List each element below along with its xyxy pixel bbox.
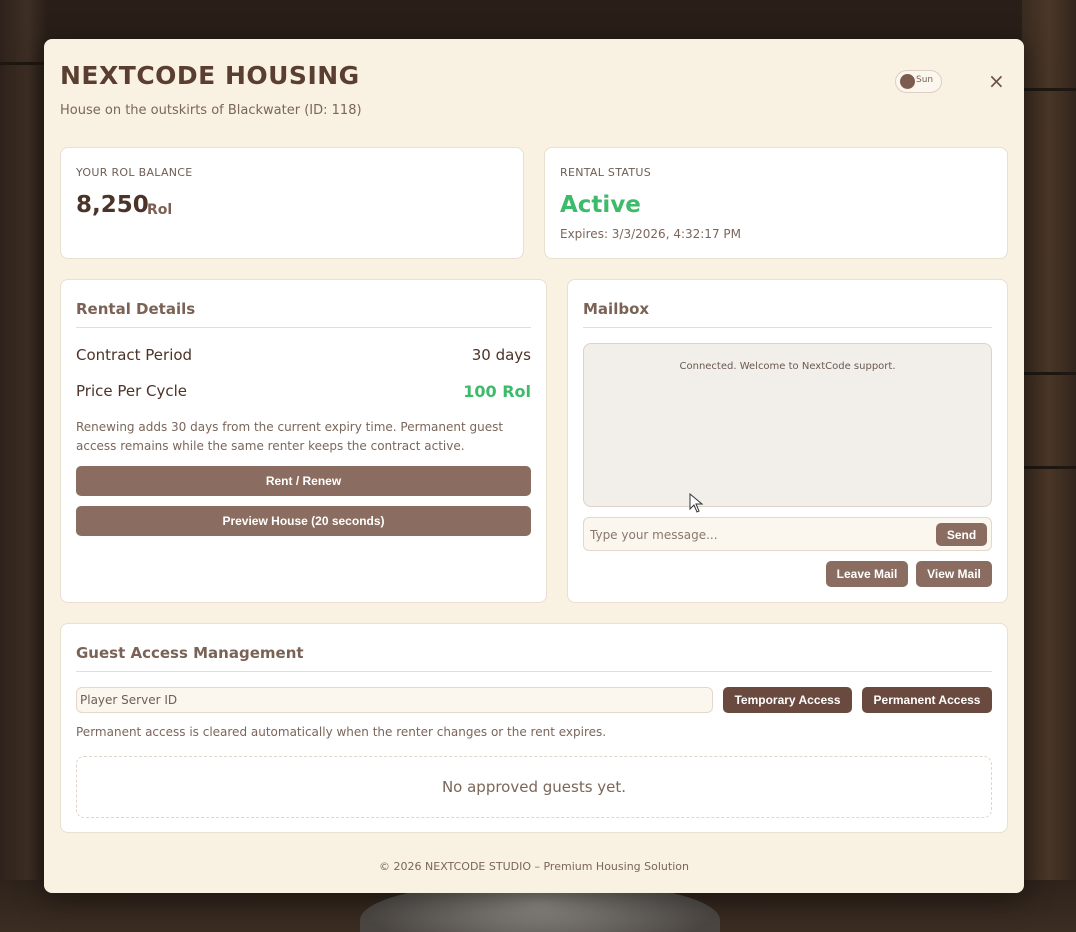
rental-status-card: RENTAL STATUS Active Expires: 3/3/2026, …: [544, 147, 1008, 259]
page-title: NEXTCODE HOUSING: [60, 61, 360, 90]
player-server-id-input[interactable]: [76, 687, 713, 713]
close-icon[interactable]: ×: [988, 70, 1005, 92]
status-badge: Active: [560, 192, 641, 218]
preview-house-button[interactable]: Preview House (20 seconds): [76, 506, 531, 536]
price-per-cycle-label: Price Per Cycle: [76, 382, 188, 400]
divider: [76, 327, 531, 328]
view-mail-button[interactable]: View Mail: [916, 561, 992, 587]
rental-details-card: Rental Details Contract Period 30 days P…: [60, 279, 547, 603]
mailbox-title: Mailbox: [583, 300, 650, 318]
balance-unit: Rol: [147, 202, 173, 218]
status-label: RENTAL STATUS: [560, 166, 652, 179]
message-input-wrapper: Send: [583, 517, 992, 551]
house-subtitle: House on the outskirts of Blackwater (ID…: [60, 103, 362, 118]
housing-panel: NEXTCODE HOUSING House on the outskirts …: [44, 39, 1024, 893]
footer-copyright: © 2026 NEXTCODE STUDIO – Premium Housing…: [379, 860, 689, 873]
guest-access-title: Guest Access Management: [76, 644, 304, 662]
guest-list-empty: No approved guests yet.: [76, 756, 992, 818]
mailbox-card: Mailbox Connected. Welcome to NextCode s…: [567, 279, 1008, 603]
contract-period-label: Contract Period: [76, 346, 193, 364]
contract-period-value: 30 days: [471, 346, 531, 364]
guest-access-card: Guest Access Management Temporary Access…: [60, 623, 1008, 833]
divider: [76, 671, 992, 672]
permanent-access-button[interactable]: Permanent Access: [862, 687, 992, 713]
toggle-knob-icon: [900, 74, 915, 89]
chat-log[interactable]: Connected. Welcome to NextCode support.: [583, 343, 992, 507]
leave-mail-button[interactable]: Leave Mail: [826, 561, 908, 587]
send-button[interactable]: Send: [936, 523, 987, 546]
price-per-cycle-value: 100 Rol: [463, 382, 531, 401]
status-expiry: Expires: 3/3/2026, 4:32:17 PM: [560, 227, 741, 241]
theme-toggle-label: Sun: [916, 75, 934, 85]
chat-message: Connected. Welcome to NextCode support.: [679, 361, 896, 372]
message-input[interactable]: [590, 525, 920, 545]
balance-card: YOUR ROL BALANCE 8,250 Rol: [60, 147, 524, 259]
guest-access-note: Permanent access is cleared automaticall…: [76, 725, 607, 739]
balance-label: YOUR ROL BALANCE: [76, 166, 193, 179]
rent-renew-button[interactable]: Rent / Renew: [76, 466, 531, 496]
rental-note: Renewing adds 30 days from the current e…: [76, 420, 504, 453]
divider: [583, 327, 992, 328]
theme-toggle[interactable]: Sun: [895, 70, 942, 93]
temporary-access-button[interactable]: Temporary Access: [723, 687, 852, 713]
balance-value: 8,250: [76, 192, 149, 218]
rental-details-title: Rental Details: [76, 300, 196, 318]
mouse-cursor-icon: [689, 493, 704, 513]
